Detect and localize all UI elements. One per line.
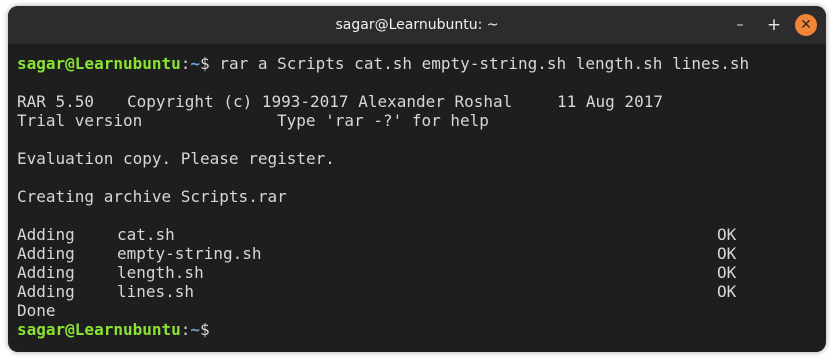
rar-copyright: Copyright (c) 1993-2017 Alexander Roshal xyxy=(127,92,513,111)
close-icon: ✕ xyxy=(800,17,812,33)
prompt-symbol: $ xyxy=(200,54,210,73)
adding-action: Adding xyxy=(17,225,75,244)
rar-version: RAR 5.50 xyxy=(17,92,95,111)
window-title: sagar@Learnubuntu: ~ xyxy=(335,17,499,33)
done-text: Done xyxy=(17,301,56,320)
trial-version-text: Trial version xyxy=(17,111,143,130)
creating-archive-text: Creating archive Scripts.rar xyxy=(17,187,287,206)
adding-action: Adding xyxy=(17,263,75,282)
prompt-colon: : xyxy=(180,320,191,339)
prompt-path: ~ xyxy=(190,54,201,73)
adding-status: OK xyxy=(717,263,737,282)
maximize-button[interactable]: + xyxy=(763,14,785,36)
adding-file: length.sh xyxy=(117,263,204,282)
evaluation-text: Evaluation copy. Please register. xyxy=(17,149,335,168)
adding-row: Adding length.sh OK xyxy=(17,263,817,282)
rar-date: 11 Aug 2017 xyxy=(557,92,663,111)
terminal-window: sagar@Learnubuntu: ~ – + ✕ sagar@Learnub… xyxy=(8,6,826,352)
adding-action: Adding xyxy=(17,282,75,301)
rar-header-line: RAR 5.50 Copyright (c) 1993-2017 Alexand… xyxy=(17,92,817,111)
terminal-output[interactable]: sagar@Learnubuntu:~$ rar a Scripts cat.s… xyxy=(17,54,817,346)
prompt-path: ~ xyxy=(190,320,201,339)
minimize-button[interactable]: – xyxy=(729,14,751,36)
command-text: rar a Scripts cat.sh empty-string.sh len… xyxy=(209,54,750,73)
adding-file: cat.sh xyxy=(117,225,175,244)
title-bar[interactable]: sagar@Learnubuntu: ~ – + ✕ xyxy=(8,6,826,44)
minimize-icon: – xyxy=(736,17,744,33)
adding-row: Adding lines.sh OK xyxy=(17,282,817,301)
prompt-user-host: sagar@Learnubuntu xyxy=(17,320,181,339)
adding-file: empty-string.sh xyxy=(117,244,262,263)
adding-row: Adding cat.sh OK xyxy=(17,225,817,244)
trial-line: Trial version Type 'rar -?' for help xyxy=(17,111,817,130)
prompt-colon: : xyxy=(180,54,191,73)
adding-status: OK xyxy=(717,282,737,301)
adding-status: OK xyxy=(717,225,737,244)
close-button[interactable]: ✕ xyxy=(795,14,817,36)
adding-status: OK xyxy=(717,244,737,263)
final-prompt-line[interactable]: sagar@Learnubuntu:~$ xyxy=(17,320,210,339)
prompt-user-host: sagar@Learnubuntu xyxy=(17,54,181,73)
help-text: Type 'rar -?' for help xyxy=(277,111,489,130)
adding-file: lines.sh xyxy=(117,282,195,301)
maximize-icon: + xyxy=(766,15,782,35)
command-line: sagar@Learnubuntu:~$ rar a Scripts cat.s… xyxy=(17,54,749,73)
prompt-symbol: $ xyxy=(200,320,210,339)
adding-row: Adding empty-string.sh OK xyxy=(17,244,817,263)
adding-action: Adding xyxy=(17,244,75,263)
